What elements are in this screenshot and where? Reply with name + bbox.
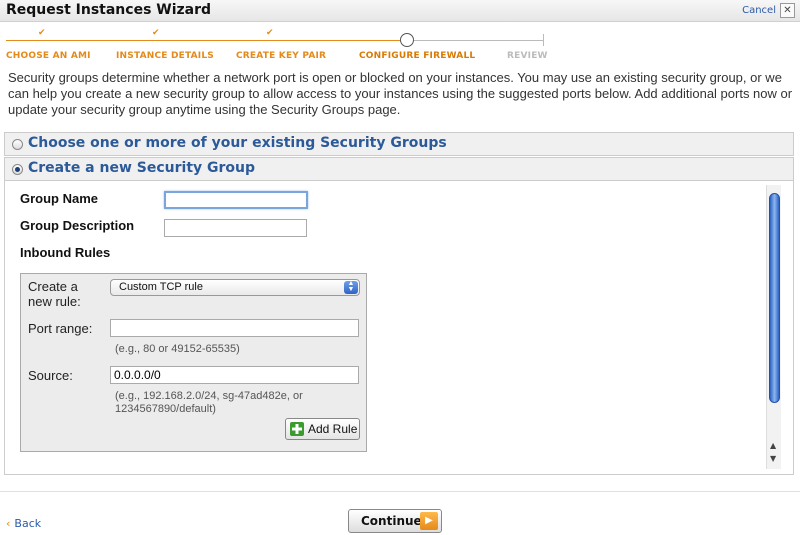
progress-line-complete [6, 40, 400, 41]
progress-end-marker [543, 34, 544, 46]
create-rule-label-line1: Create a [28, 279, 78, 294]
step-configure-firewall: CONFIGURE FIREWALL [359, 51, 476, 61]
rule-type-select[interactable]: Custom TCP rule ▲ ▼ [110, 279, 360, 296]
existing-groups-option[interactable]: Choose one or more of your existing Secu… [4, 132, 794, 156]
existing-groups-radio[interactable] [12, 139, 23, 150]
step-done-check-icon: ✔ [266, 28, 274, 38]
step-instance-details: INSTANCE DETAILS [116, 51, 214, 61]
source-label: Source: [28, 368, 73, 383]
step-review: REVIEW [507, 51, 548, 61]
source-hint-line2: 1234567890/default) [115, 403, 216, 415]
footer-divider [0, 491, 800, 492]
close-icon[interactable]: ✕ [780, 3, 795, 18]
port-range-input[interactable] [110, 319, 359, 337]
step-done-check-icon: ✔ [152, 28, 160, 38]
wizard-titlebar: Request Instances Wizard Cancel ✕ [0, 0, 800, 22]
group-description-input[interactable] [164, 219, 307, 237]
step-done-check-icon: ✔ [38, 28, 46, 38]
add-plus-icon [290, 422, 304, 436]
create-rule-label-line2: new rule: [28, 294, 81, 309]
step-create-key-pair: CREATE KEY PAIR [236, 51, 327, 61]
group-name-label: Group Name [20, 191, 99, 206]
select-arrows-icon: ▲ ▼ [344, 280, 358, 294]
new-rule-box: Create a new rule: Custom TCP rule ▲ ▼ Po… [20, 273, 367, 452]
add-rule-button[interactable]: Add Rule [285, 418, 360, 440]
wizard-title: Request Instances Wizard [6, 2, 212, 18]
create-group-panel: Group Name Group Description Inbound Rul… [4, 181, 794, 475]
create-group-option[interactable]: Create a new Security Group [4, 157, 794, 181]
current-step-marker-icon [400, 33, 414, 47]
intro-text: Security groups determine whether a netw… [8, 70, 793, 117]
continue-arrow-icon: ▶ [420, 512, 438, 530]
create-group-label: Create a new Security Group [28, 160, 256, 176]
source-input[interactable] [110, 366, 359, 384]
step-choose-ami: CHOOSE AN AMI [6, 51, 91, 61]
progress-line-remaining [414, 40, 544, 41]
back-chevron-icon: ‹ [6, 517, 11, 530]
add-rule-label: Add Rule [308, 422, 358, 436]
continue-button[interactable]: Continue ▶ [348, 509, 442, 533]
back-label: Back [14, 517, 42, 530]
continue-label: Continue [361, 514, 422, 528]
scroll-up-arrow-icon[interactable]: ▲ [770, 441, 776, 450]
cancel-link[interactable]: Cancel [742, 5, 776, 16]
source-hint-line1: (e.g., 192.168.2.0/24, sg-47ad482e, or [115, 390, 303, 402]
create-group-radio[interactable] [12, 164, 23, 175]
scrollbar-thumb[interactable] [769, 193, 780, 403]
port-range-label: Port range: [28, 321, 93, 336]
group-description-label: Group Description [20, 218, 135, 233]
inbound-rules-heading: Inbound Rules [20, 245, 111, 260]
group-name-input[interactable] [164, 191, 308, 209]
port-range-hint: (e.g., 80 or 49152-65535) [115, 343, 240, 355]
scroll-down-arrow-icon[interactable]: ▼ [770, 454, 776, 463]
back-link[interactable]: ‹ Back [6, 517, 41, 530]
wizard-progress: ✔ ✔ ✔ CHOOSE AN AMI INSTANCE DETAILS CRE… [0, 22, 800, 66]
existing-groups-label: Choose one or more of your existing Secu… [28, 135, 447, 151]
panel-scrollbar[interactable]: ▲ ▼ [766, 185, 781, 469]
rule-type-value: Custom TCP rule [119, 281, 203, 293]
